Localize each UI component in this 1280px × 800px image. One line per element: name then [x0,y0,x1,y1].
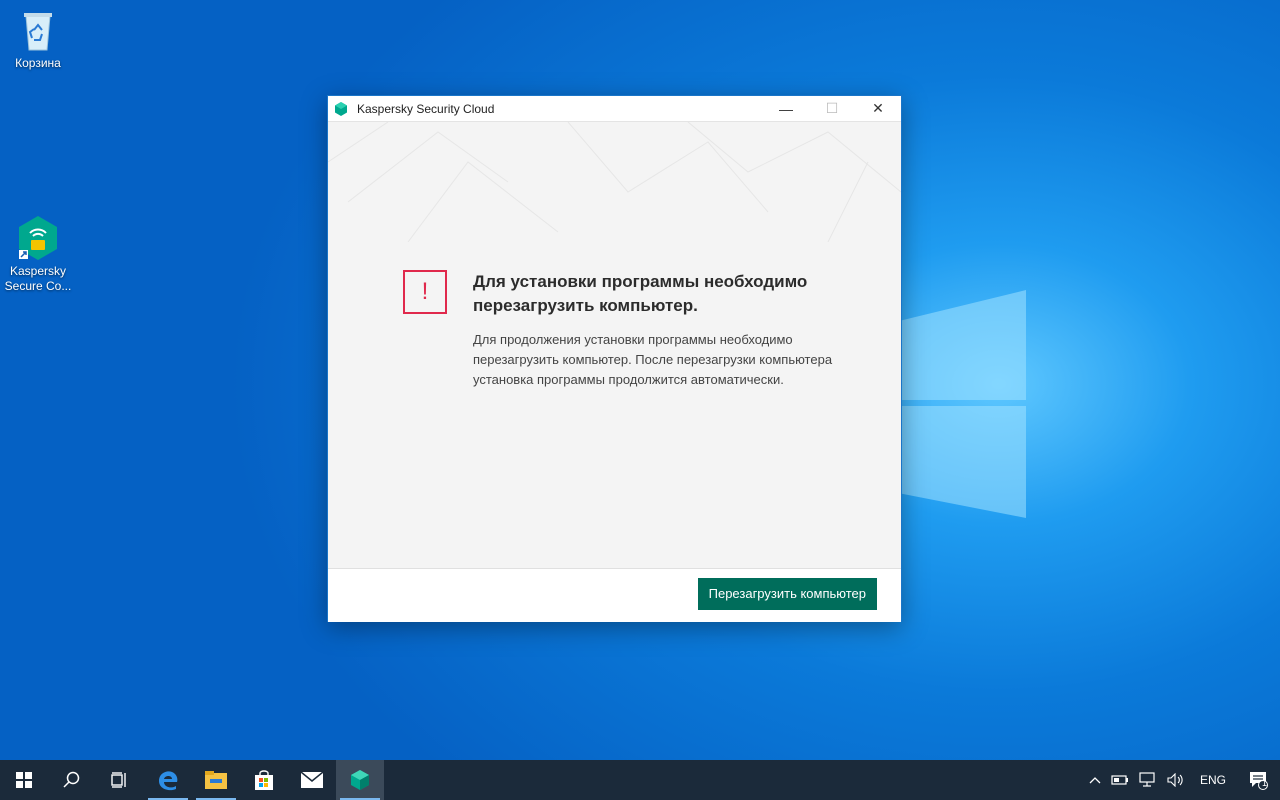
search-icon [63,771,80,788]
battery-button[interactable] [1106,760,1134,800]
start-icon [16,772,32,788]
decorative-background-pattern [328,122,901,242]
taskbar-kaspersky-installer[interactable] [336,760,384,800]
network-button[interactable] [1134,760,1162,800]
taskbar-mail[interactable] [288,760,336,800]
dialog-content: ! Для установки программы необходимо пер… [328,122,901,568]
window-titlebar[interactable]: Kaspersky Security Cloud — ☐ ✕ [328,96,901,122]
store-icon [255,770,273,790]
restart-computer-button[interactable]: Перезагрузить компьютер [697,578,877,610]
search-button[interactable] [48,760,96,800]
desktop-icon-label: Корзина [15,56,61,70]
volume-button[interactable] [1162,760,1190,800]
maximize-button[interactable]: ☐ [809,96,855,121]
minimize-icon: — [779,100,793,117]
maximize-icon: ☐ [825,100,839,116]
taskbar: ENG 1 [0,760,1280,800]
file-explorer-icon [205,771,227,789]
action-center-button[interactable]: 1 [1236,760,1280,800]
kaspersky-installer-icon [351,770,369,790]
battery-icon [1111,775,1128,785]
minimize-button[interactable]: — [763,96,809,121]
desktop-icon-label-line1: Kaspersky [9,264,67,278]
edge-icon [159,771,178,791]
task-view-button[interactable] [96,760,144,800]
language-indicator[interactable]: ENG [1190,760,1236,800]
dialog-heading: Для установки программы необходимо перез… [473,272,808,315]
kaspersky-app-icon [335,101,347,116]
start-button[interactable] [0,760,48,800]
dialog-footer: Перезагрузить компьютер [328,568,901,622]
window-title: Kaspersky Security Cloud [357,101,495,116]
notification-count-badge: 1 [1261,778,1267,788]
close-button[interactable]: ✕ [855,96,901,121]
close-icon: ✕ [872,100,884,116]
chevron-up-icon [1089,777,1101,784]
desktop-icon-kaspersky-secure-connection[interactable]: Kaspersky Secure Co... [0,216,76,294]
mail-icon [301,772,323,788]
network-icon [1139,772,1155,787]
desktop-icon-label-line2: Secure Co... [4,279,72,293]
taskbar-file-explorer[interactable] [192,760,240,800]
dialog-body-text: Для продолжения установки программы необ… [473,332,833,387]
kaspersky-vpn-shortcut-icon [16,216,60,260]
task-view-icon [111,772,126,788]
taskbar-edge[interactable] [144,760,192,800]
windows-logo-wallpaper [900,250,1030,520]
taskbar-store[interactable] [240,760,288,800]
system-tray: ENG 1 [1084,760,1280,800]
show-hidden-icons-button[interactable] [1084,760,1106,800]
kaspersky-installer-window: Kaspersky Security Cloud — ☐ ✕ ! Для уст… [327,95,902,622]
desktop-icon-recycle-bin[interactable]: Корзина [0,8,76,71]
warning-icon: ! [403,270,447,314]
speaker-icon [1167,773,1183,787]
recycle-bin-icon [16,8,60,52]
